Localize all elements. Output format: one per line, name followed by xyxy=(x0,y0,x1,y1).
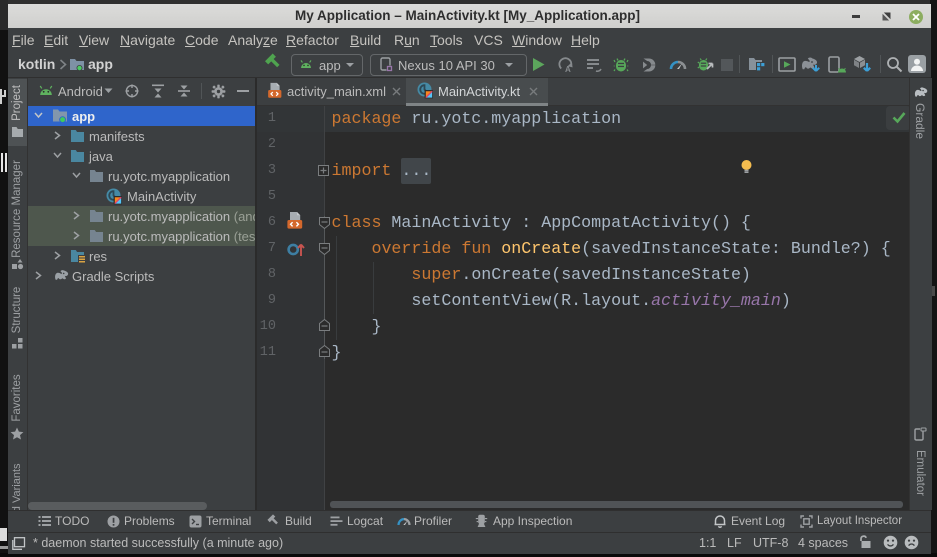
svg-text:A: A xyxy=(565,65,571,74)
